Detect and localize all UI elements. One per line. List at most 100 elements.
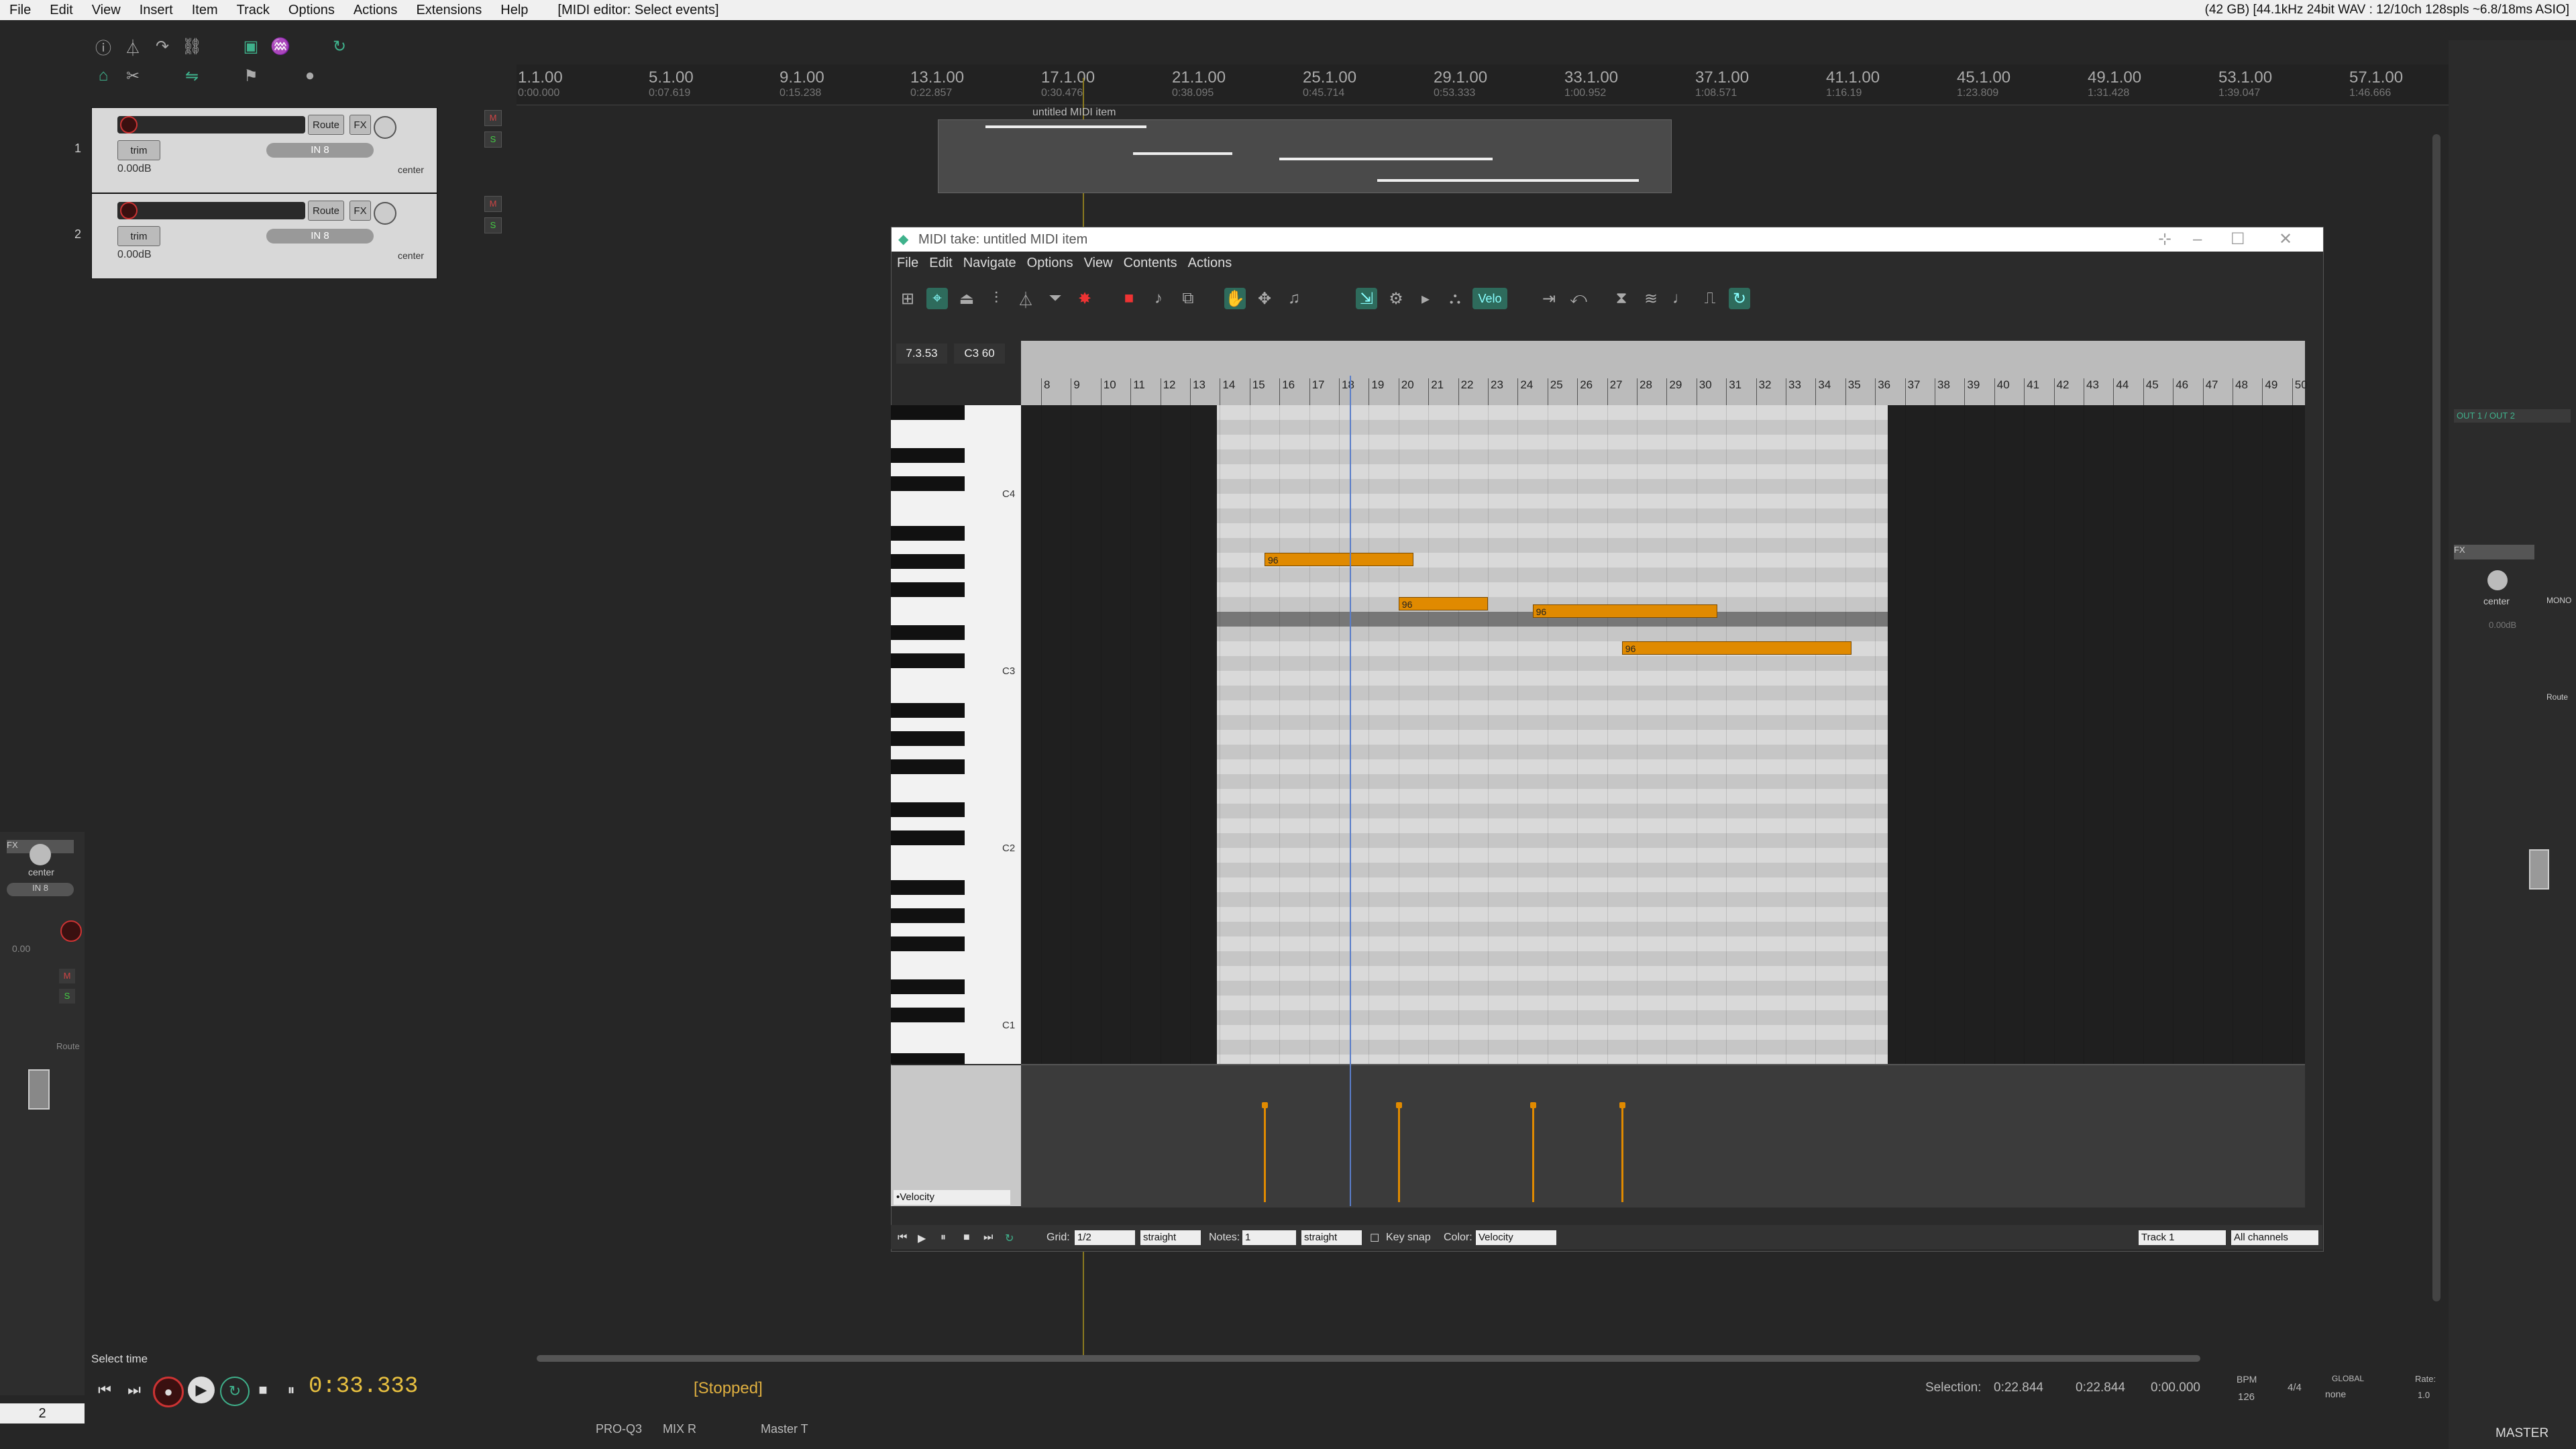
channel-select[interactable]: All channels — [2231, 1230, 2318, 1245]
notes-swing-select[interactable]: straight — [1301, 1230, 1362, 1245]
black-key[interactable] — [891, 703, 965, 718]
chase-icon[interactable]: ⇲ — [1356, 288, 1377, 309]
ruler-mark[interactable]: 13.1.00 0:22.857 — [910, 68, 964, 99]
midi-menu-edit[interactable]: Edit — [924, 256, 957, 271]
pause-button[interactable]: ⏸ — [278, 1377, 305, 1403]
ruler-mark[interactable]: 25.1.00 0:45.714 — [1303, 68, 1356, 99]
midi-note[interactable]: 96 — [1265, 553, 1413, 566]
midi-menu-options[interactable]: Options — [1022, 256, 1079, 271]
loop-icon[interactable]: ↻ — [1729, 288, 1750, 309]
black-key[interactable] — [891, 554, 965, 569]
glue-icon[interactable]: ⛬ — [1444, 288, 1466, 309]
pause-icon[interactable]: ⏸ — [941, 1232, 946, 1244]
grid-swing-select[interactable]: straight — [1140, 1230, 1201, 1245]
volume-fader[interactable] — [28, 1069, 50, 1110]
keysnap-checkbox[interactable]: ☐ — [1370, 1232, 1379, 1245]
metronome-icon[interactable]: ⏃ — [1015, 288, 1036, 310]
mute-button[interactable]: M — [484, 110, 502, 126]
insert-icon[interactable]: ⚙ — [1385, 288, 1407, 309]
velocity-stem[interactable] — [1264, 1106, 1266, 1202]
menu-view[interactable]: View — [83, 0, 130, 20]
ruler-mark[interactable]: 45.1.00 1:23.809 — [1957, 68, 2010, 99]
repeat-button[interactable]: ↻ — [220, 1377, 250, 1406]
record-button[interactable]: ● — [153, 1377, 184, 1407]
rate-value[interactable]: 1.0 — [2418, 1390, 2430, 1400]
menu-edit[interactable]: Edit — [40, 0, 82, 20]
loop-icon[interactable]: ↻ — [1005, 1232, 1014, 1245]
skip-start-icon[interactable]: ⏮ — [91, 1377, 118, 1403]
midi-note[interactable]: 96 — [1398, 597, 1488, 610]
piano-roll[interactable]: 96 96 96 96 — [1021, 405, 2305, 1064]
midi-menu-navigate[interactable]: Navigate — [958, 256, 1022, 271]
midi-menu-contents[interactable]: Contents — [1118, 256, 1183, 271]
record-midi-icon[interactable]: ■ — [1118, 288, 1140, 309]
input-select[interactable]: IN 8 — [266, 229, 374, 244]
ruler-mark[interactable]: 33.1.00 1:00.952 — [1564, 68, 1618, 99]
menu-item[interactable]: Item — [182, 0, 227, 20]
pan-knob[interactable] — [2487, 570, 2508, 590]
velocity-handle[interactable] — [1619, 1102, 1625, 1109]
record-arm-icon[interactable]: ● — [298, 64, 322, 87]
ruler-mark[interactable]: 41.1.00 1:16.19 — [1826, 68, 1880, 99]
color-select[interactable]: Velocity — [1476, 1230, 1556, 1245]
solo-button[interactable]: S — [59, 989, 75, 1004]
route-button[interactable]: Route — [2546, 692, 2568, 702]
black-key[interactable] — [891, 653, 965, 668]
scale-icon[interactable]: ♫ — [1283, 288, 1305, 309]
piano-keyboard[interactable]: C4 C3 C2 C1 — [891, 405, 1021, 1064]
input-select[interactable]: IN 8 — [266, 143, 374, 158]
black-key[interactable] — [891, 759, 965, 774]
ruler-mark[interactable]: 37.1.00 1:08.571 — [1695, 68, 1749, 99]
ruler-mark[interactable]: 21.1.00 0:38.095 — [1172, 68, 1226, 99]
grid-toggle-icon[interactable]: ⊞ — [897, 288, 918, 309]
skip-end-icon[interactable]: ⏭ — [121, 1377, 148, 1403]
midi-ruler[interactable]: 8 9 10 11 12 13 14 15 16 17 18 19 20 21 22 23 24 25 26 27 28… — [1021, 341, 2308, 405]
draw-mode-icon[interactable]: ✋ — [1224, 288, 1246, 309]
step-icon[interactable]: ⎍ — [1699, 288, 1721, 309]
ruler-mark[interactable]: 17.1.00 0:30.476 — [1041, 68, 1095, 99]
route-button[interactable]: Route — [308, 201, 344, 221]
black-key[interactable] — [891, 476, 965, 491]
ripple-icon[interactable]: ⇋ — [180, 64, 204, 87]
minimize-icon[interactable]: – — [2193, 227, 2202, 252]
snap-toggle-icon[interactable]: ⌖ — [926, 288, 948, 309]
track-1[interactable]: 1 Route FX trim IN 8 0.00dB center — [74, 107, 437, 193]
master-output[interactable]: OUT 1 / OUT 2 — [2454, 409, 2571, 423]
mute-button[interactable]: M — [484, 196, 502, 212]
black-key[interactable] — [891, 908, 965, 923]
black-key[interactable] — [891, 582, 965, 597]
select-mode-icon[interactable]: ✥ — [1254, 288, 1275, 309]
ruler-mark[interactable]: 53.1.00 1:39.047 — [2218, 68, 2272, 99]
midi-menu-file[interactable]: File — [892, 256, 924, 271]
velocity-stem[interactable] — [1397, 1106, 1400, 1202]
star-icon[interactable]: ✸ — [1074, 288, 1095, 309]
velocity-icon[interactable]: ⫶ — [985, 288, 1007, 309]
velocity-handle[interactable] — [1529, 1102, 1536, 1109]
ruler-mark[interactable]: 5.1.00 0:07.619 — [649, 68, 694, 99]
velocity-lane[interactable] — [1021, 1064, 2305, 1208]
selection-start[interactable]: 0:22.844 — [1994, 1381, 2043, 1395]
velocity-handle[interactable] — [1395, 1102, 1402, 1109]
step-input-icon[interactable]: ♪ — [1148, 288, 1169, 309]
legato-icon[interactable]: ⇥ — [1538, 288, 1560, 309]
envelope-icon[interactable]: ♒ — [268, 35, 292, 58]
close-icon[interactable]: ✕ — [2279, 227, 2292, 252]
velocity-handle[interactable] — [1262, 1102, 1268, 1109]
cut-icon[interactable]: ✂ — [121, 64, 145, 87]
ruler-mark[interactable]: 1.1.00 0:00.000 — [518, 68, 563, 99]
track-name-field[interactable] — [117, 202, 305, 219]
velocity-stem[interactable] — [1532, 1106, 1534, 1202]
play-from-icon[interactable]: ▸ — [1415, 288, 1436, 309]
fx-slot[interactable]: FX — [2454, 545, 2534, 559]
cc-icon[interactable]: ⧗ — [1611, 288, 1632, 309]
midi-note[interactable]: 96 — [1621, 641, 1851, 655]
volume-knob[interactable] — [374, 202, 396, 225]
mixer-tab-mixr[interactable]: MIX R — [663, 1422, 696, 1436]
volume-fader[interactable] — [2529, 849, 2549, 890]
volume-knob[interactable] — [374, 116, 396, 139]
trim-button[interactable]: trim — [117, 140, 160, 160]
trim-button[interactable]: trim — [117, 226, 160, 246]
record-arm-button[interactable] — [120, 116, 138, 133]
mute-notes-icon[interactable]: ⏏ — [956, 288, 977, 309]
mute-button[interactable]: M — [59, 969, 75, 983]
